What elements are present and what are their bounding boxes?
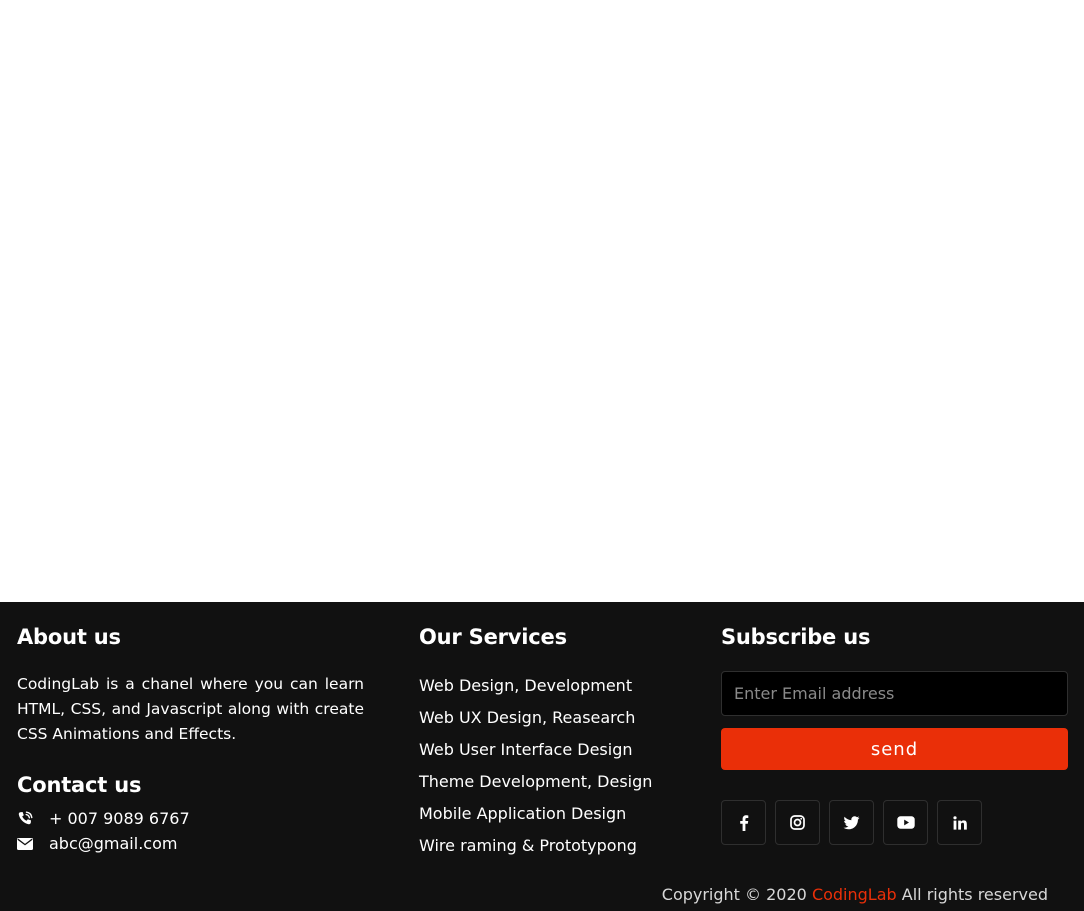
- blank-content-area: [0, 0, 1084, 602]
- facebook-icon[interactable]: [721, 800, 766, 845]
- twitter-icon[interactable]: [829, 800, 874, 845]
- send-button[interactable]: send: [721, 728, 1068, 770]
- linkedin-icon[interactable]: [937, 800, 982, 845]
- youtube-icon[interactable]: [883, 800, 928, 845]
- service-item-wireframing[interactable]: Wire raming & Prototypong: [419, 835, 652, 867]
- social-links: [721, 800, 982, 845]
- services-list: Web Design, Development Web UX Design, R…: [419, 675, 652, 867]
- contact-phone: + 007 9089 6767: [17, 809, 190, 828]
- copyright-suffix: All rights reserved: [901, 885, 1048, 904]
- email-input[interactable]: [721, 671, 1068, 716]
- contact-title: Contact us: [17, 773, 142, 797]
- phone-number: + 007 9089 6767: [49, 809, 190, 828]
- phone-icon: [17, 811, 49, 827]
- about-text: CodingLab is a chanel where you can lear…: [17, 675, 364, 743]
- about-title: About us: [17, 625, 121, 649]
- instagram-icon[interactable]: [775, 800, 820, 845]
- service-item-theme-development[interactable]: Theme Development, Design: [419, 771, 652, 803]
- copyright: Copyright © 2020 CodingLab All rights re…: [662, 885, 1048, 904]
- service-item-web-design[interactable]: Web Design, Development: [419, 675, 652, 707]
- contact-email: abc@gmail.com: [17, 834, 177, 853]
- services-title: Our Services: [419, 625, 567, 649]
- service-item-ui-design[interactable]: Web User Interface Design: [419, 739, 652, 771]
- email-address: abc@gmail.com: [49, 834, 178, 853]
- subscribe-title: Subscribe us: [721, 625, 871, 649]
- copyright-prefix: Copyright © 2020: [661, 885, 807, 904]
- service-item-mobile-design[interactable]: Mobile Application Design: [419, 803, 652, 835]
- copyright-brand-link[interactable]: CodingLab: [812, 885, 897, 904]
- site-footer: About us CodingLab is a chanel where you…: [0, 602, 1084, 911]
- envelope-icon: [17, 837, 49, 850]
- service-item-ux-design[interactable]: Web UX Design, Reasearch: [419, 707, 652, 739]
